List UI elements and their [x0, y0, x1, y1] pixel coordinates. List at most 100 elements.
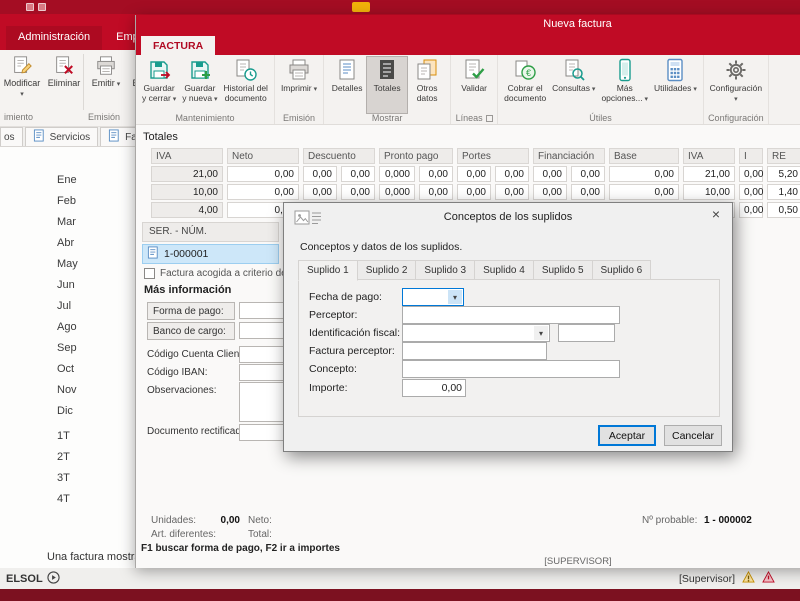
totals-cell-r0-c9[interactable]: 0,00 — [571, 166, 605, 182]
ribbon-button-historial-del-documento[interactable]: Historial del documento — [221, 57, 271, 113]
calendar-item-sep[interactable]: Sep — [0, 338, 135, 359]
totals-cell-r1-c5[interactable]: 0,00 — [419, 184, 453, 200]
calendar-item-ago[interactable]: Ago — [0, 317, 135, 338]
totals-cell-r1-c1[interactable]: 0,00 — [227, 184, 299, 200]
ribbon-group-mantenimiento: Guardar y cerrar ▾Guardar y nueva ▾Histo… — [136, 55, 275, 124]
tab-suplido-3[interactable]: Suplido 3 — [416, 260, 475, 280]
toolbar-button-emitir[interactable]: Emitir ▾ — [86, 53, 126, 101]
identificaci-n-fiscal-combo[interactable]: ▾ — [402, 324, 550, 342]
totals-cell-r0-c6[interactable]: 0,00 — [457, 166, 491, 182]
doc-tab-partial[interactable]: os — [0, 127, 23, 146]
ribbon-button-detalles[interactable]: Detalles — [327, 57, 367, 113]
calendar-item-jul[interactable]: Jul — [0, 296, 135, 317]
totals-cell-r0-c10[interactable]: 0,00 — [609, 166, 679, 182]
perceptor-input[interactable] — [402, 306, 620, 324]
calendar-item-4t[interactable]: 4T — [0, 489, 135, 510]
concepto-input[interactable] — [402, 360, 620, 378]
totals-cell-r2-c12[interactable]: 0,00 — [739, 202, 763, 218]
dialog-launcher-icon[interactable] — [486, 115, 493, 122]
calendar-item-ene[interactable]: Ene — [0, 170, 135, 191]
ribbon-button-utilidades[interactable]: Utilidades ▾ — [651, 57, 700, 113]
tab-suplido-2[interactable]: Suplido 2 — [358, 260, 417, 280]
calendar-item-abr[interactable]: Abr — [0, 233, 135, 254]
calendar-item-dic[interactable]: Dic — [0, 401, 135, 422]
series-number-header[interactable]: SER. - NÚM. — [142, 222, 279, 242]
totals-cell-r1-c11[interactable]: 10,00 — [683, 184, 735, 200]
doc-tab-servicios[interactable]: Servicios — [25, 127, 99, 146]
ribbon-button-imprimir[interactable]: Imprimir ▾ — [278, 57, 320, 113]
quick-access-icon-1[interactable] — [26, 3, 34, 11]
ribbon-button-guardar-y-cerrar[interactable]: Guardar y cerrar ▾ — [139, 57, 179, 113]
totals-cell-r0-c5[interactable]: 0,00 — [419, 166, 453, 182]
totals-cell-r0-c12[interactable]: 0,00 — [739, 166, 763, 182]
totals-cell-r1-c8[interactable]: 0,00 — [533, 184, 567, 200]
calendar-item-feb[interactable]: Feb — [0, 191, 135, 212]
calendar-item-1t[interactable]: 1T — [0, 426, 135, 447]
totals-cell-r1-c13[interactable]: 1,40 — [767, 184, 800, 200]
ribbon-button-configuraci-n[interactable]: Configuración ▾ — [707, 57, 765, 113]
tab-suplido-5[interactable]: Suplido 5 — [534, 260, 593, 280]
invoice-list-item-selected[interactable]: 1-000001 — [142, 244, 279, 264]
totals-cell-r2-c13[interactable]: 0,50 — [767, 202, 800, 218]
checkbox-icon[interactable] — [144, 268, 155, 279]
calendar-item-mar[interactable]: Mar — [0, 212, 135, 233]
menu-tab-administracion[interactable]: Administración — [6, 26, 102, 50]
totals-cell-r1-c12[interactable]: 0,00 — [739, 184, 763, 200]
ribbon-button-validar[interactable]: Validar — [454, 57, 494, 113]
calendar-item-nov[interactable]: Nov — [0, 380, 135, 401]
ribbon-button-cobrar-el-documento[interactable]: €Cobrar el documento — [501, 57, 549, 113]
play-circle-icon[interactable] — [47, 571, 60, 587]
totals-cell-r0-c8[interactable]: 0,00 — [533, 166, 567, 182]
aceptar-button[interactable]: Aceptar — [598, 425, 656, 446]
identificaci-n-fiscal-input[interactable] — [558, 324, 615, 342]
calendar-item-3t[interactable]: 3T — [0, 468, 135, 489]
totals-cell-r0-c11[interactable]: 21,00 — [683, 166, 735, 182]
fecha-de-pago-combo[interactable]: ▾ — [402, 288, 464, 306]
ribbon-button-consultas[interactable]: Consultas ▾ — [549, 57, 598, 113]
quick-access-icon-2[interactable] — [38, 3, 46, 11]
close-icon[interactable]: × — [705, 206, 727, 224]
totals-cell-r1-c7[interactable]: 0,00 — [495, 184, 529, 200]
toolbar-button-eliminar[interactable]: Eliminar — [44, 53, 84, 101]
totals-cell-r1-c10[interactable]: 0,00 — [609, 184, 679, 200]
banco-de-cargo-button[interactable]: Banco de cargo: — [147, 322, 235, 340]
calendar-item-oct[interactable]: Oct — [0, 359, 135, 380]
ribbon-button-otros-datos[interactable]: Otros datos — [407, 57, 447, 113]
alert-icon[interactable] — [762, 571, 775, 586]
ribbon-button-m-s-opciones[interactable]: Más opciones... ▾ — [598, 57, 651, 113]
totals-cell-r0-c2[interactable]: 0,00 — [303, 166, 337, 182]
tab-suplido-6[interactable]: Suplido 6 — [593, 260, 652, 280]
warning-icon[interactable] — [742, 571, 755, 586]
iban-label: Código IBAN: — [147, 367, 208, 378]
totals-cell-r1-c6[interactable]: 0,00 — [457, 184, 491, 200]
ribbon-group-label: Mantenimiento — [136, 113, 274, 123]
ribbon-group-l-neas: ValidarLíneas — [451, 55, 498, 124]
calendar-item-jun[interactable]: Jun — [0, 275, 135, 296]
totals-cell-r0-c13[interactable]: 5,20 — [767, 166, 800, 182]
factura-perceptor-input[interactable] — [402, 342, 547, 360]
totals-cell-r0-c1[interactable]: 0,00 — [227, 166, 299, 182]
gear-icon — [724, 58, 748, 84]
totals-cell-r1-c3[interactable]: 0,00 — [341, 184, 375, 200]
totals-cell-r0-c7[interactable]: 0,00 — [495, 166, 529, 182]
tab-factura[interactable]: FACTURA — [141, 36, 215, 55]
toolbar-button-modificar[interactable]: Modificar ▾ — [2, 53, 42, 101]
forma-de-pago-button[interactable]: Forma de pago: — [147, 302, 235, 320]
importe-input[interactable] — [402, 379, 466, 397]
totals-cell-r1-c2[interactable]: 0,00 — [303, 184, 337, 200]
toolbar-separator — [83, 54, 84, 110]
totals-cell-r1-c9[interactable]: 0,00 — [571, 184, 605, 200]
tab-suplido-1[interactable]: Suplido 1 — [298, 260, 358, 281]
ribbon-button-label: Configuración ▾ — [710, 84, 762, 104]
totals-cell-r0-c3[interactable]: 0,00 — [341, 166, 375, 182]
calendar-item-2t[interactable]: 2T — [0, 447, 135, 468]
calendar-item-may[interactable]: May — [0, 254, 135, 275]
ribbon-button-totales[interactable]: Totales — [367, 57, 407, 113]
totals-cell-r1-c4[interactable]: 0,000 — [379, 184, 415, 200]
invoice-number-label: 1-000001 — [164, 248, 208, 260]
totals-cell-r0-c4[interactable]: 0,000 — [379, 166, 415, 182]
ribbon-button-guardar-y-nueva[interactable]: Guardar y nueva ▾ — [179, 57, 220, 113]
tab-suplido-4[interactable]: Suplido 4 — [475, 260, 534, 280]
ribbon-group-mostrar: DetallesTotalesOtros datosMostrar — [324, 55, 451, 124]
cancelar-button[interactable]: Cancelar — [664, 425, 722, 446]
